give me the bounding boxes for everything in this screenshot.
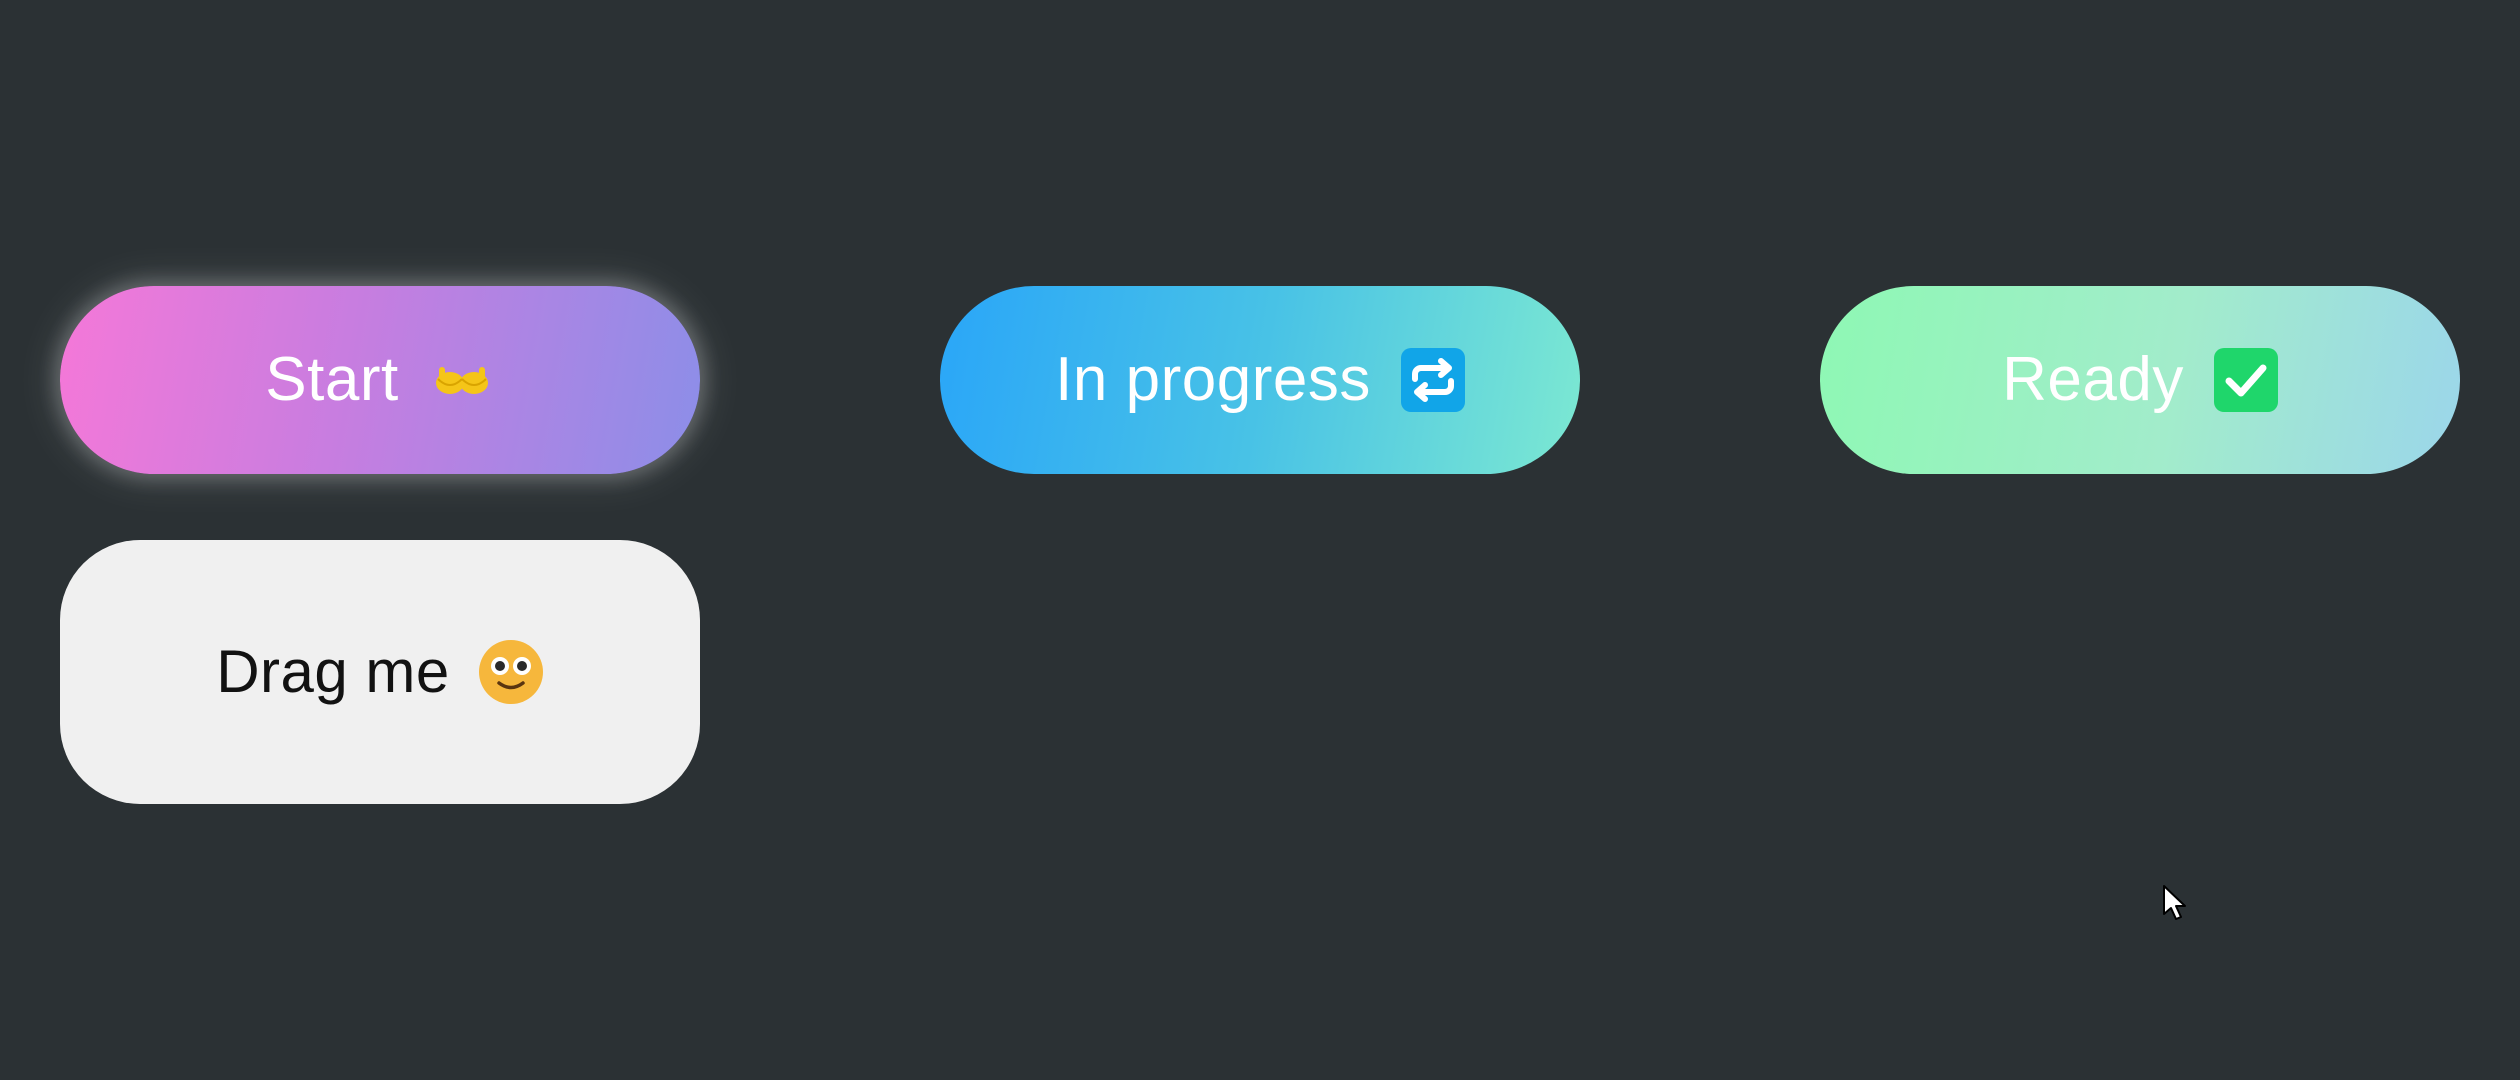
- mouse-pointer-icon: [2162, 884, 2188, 922]
- in-progress-card[interactable]: In progress: [940, 286, 1580, 474]
- smiley-face-icon: [478, 639, 544, 705]
- repeat-icon: [1400, 348, 1465, 412]
- start-card[interactable]: Start: [60, 286, 700, 474]
- column-start: Start Drag me: [60, 0, 700, 1080]
- column-in-progress: In progress: [940, 0, 1580, 1080]
- ready-card-label: Ready: [2002, 345, 2184, 414]
- column-ready: Ready: [1820, 0, 2460, 1080]
- hands-icon: [429, 357, 495, 403]
- check-mark-icon: [2213, 348, 2278, 412]
- in-progress-card-label: In progress: [1055, 345, 1371, 414]
- start-card-label: Start: [265, 345, 399, 414]
- drag-me-card-label: Drag me: [216, 638, 450, 705]
- ready-card[interactable]: Ready: [1820, 286, 2460, 474]
- drag-me-card[interactable]: Drag me: [60, 540, 700, 804]
